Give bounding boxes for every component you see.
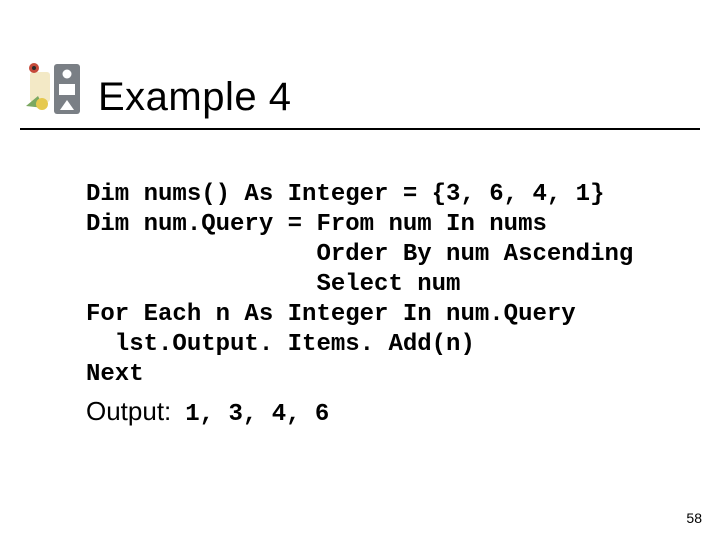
slide: Example 4 Dim nums() As Integer = {3, 6,… <box>0 0 720 540</box>
header-divider <box>20 128 700 130</box>
slide-logo-icon <box>20 58 84 120</box>
output-line: Output: 1, 3, 4, 6 <box>86 396 329 428</box>
slide-title: Example 4 <box>98 75 291 120</box>
slide-header: Example 4 <box>20 58 700 120</box>
code-block: Dim nums() As Integer = {3, 6, 4, 1} Dim… <box>86 180 633 390</box>
output-value: 1, 3, 4, 6 <box>185 401 329 428</box>
output-label: Output: <box>86 396 171 427</box>
page-number: 58 <box>686 510 702 526</box>
